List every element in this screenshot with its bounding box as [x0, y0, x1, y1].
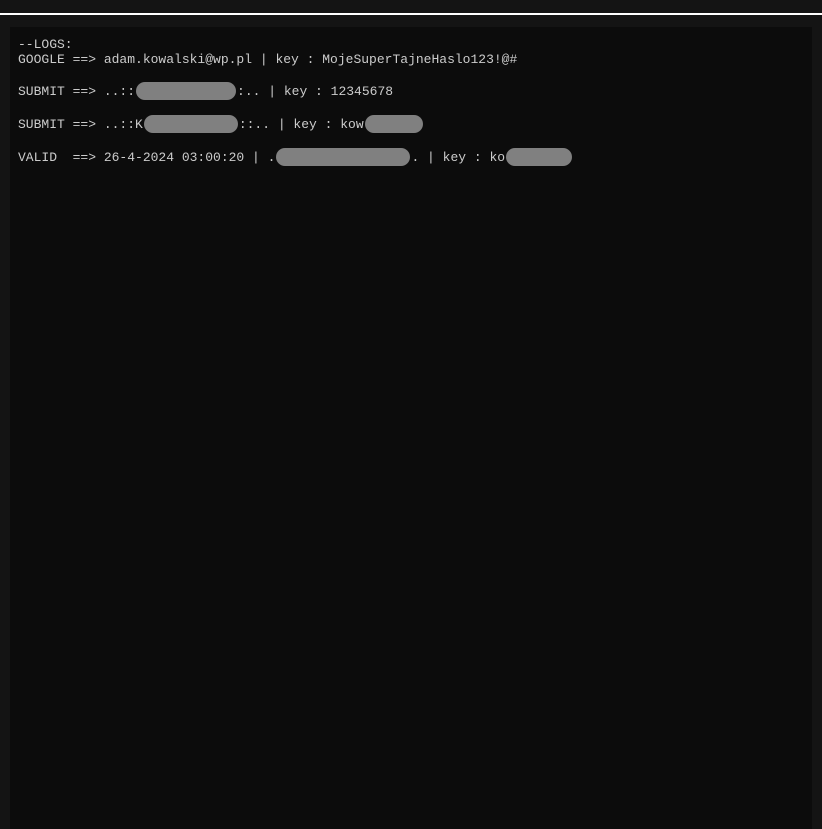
spacer	[18, 133, 804, 148]
log-valid-part2: . | key : ko	[411, 150, 505, 165]
log-submit1-part2: :.. | key : 12345678	[237, 84, 393, 99]
top-divider-bar	[0, 0, 822, 15]
redaction-block	[276, 148, 410, 166]
spacer	[18, 100, 804, 115]
log-line-valid: VALID ==> 26-4-2024 03:00:20 | . . | key…	[18, 148, 804, 166]
log-submit2-part2: ::.. | key : kow	[239, 117, 364, 132]
log-submit2-part1: SUBMIT ==> ..::K	[18, 117, 143, 132]
log-header: --LOGS:	[18, 37, 804, 52]
redaction-block	[506, 148, 572, 166]
redaction-block	[136, 82, 236, 100]
log-submit1-part1: SUBMIT ==> ..::	[18, 84, 135, 99]
log-line-submit-2: SUBMIT ==> ..::K ::.. | key : kow	[18, 115, 804, 133]
redaction-block	[365, 115, 423, 133]
log-line-google: GOOGLE ==> adam.kowalski@wp.pl | key : M…	[18, 52, 804, 67]
log-valid-part1: VALID ==> 26-4-2024 03:00:20 | .	[18, 150, 275, 165]
terminal-output: --LOGS: GOOGLE ==> adam.kowalski@wp.pl |…	[10, 27, 812, 829]
log-line-submit-1: SUBMIT ==> ..:: :.. | key : 12345678	[18, 82, 804, 100]
redaction-block	[144, 115, 238, 133]
log-line-google-text: GOOGLE ==> adam.kowalski@wp.pl | key : M…	[18, 52, 517, 67]
spacer	[18, 67, 804, 82]
log-header-text: --LOGS:	[18, 37, 73, 52]
